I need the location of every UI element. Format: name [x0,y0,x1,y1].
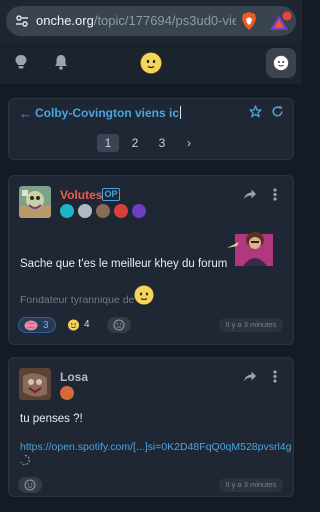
url-domain: onche.org [36,13,94,28]
page-button-3[interactable]: 3 [151,134,173,152]
page-button-2[interactable]: 2 [124,134,146,152]
add-reaction-icon [24,479,36,491]
losa-avatar-image [19,368,51,400]
browser-toolbar: onche.org/topic/177694/ps3ud0-vien [0,0,302,42]
smiley-emoji-icon [68,319,79,331]
page-button-1[interactable]: 1 [97,134,119,152]
topic-title[interactable]: Colby-Covington viens ic [35,106,182,120]
loading-spinner-icon [20,454,30,466]
spotify-link[interactable]: https://open.spotify.com/[...]si=0K2D48F… [20,441,292,453]
avatar-badge-icon [114,204,128,218]
op-badge: OP [102,188,120,201]
author-name[interactable]: Losa [60,370,88,384]
sticker-image [227,232,273,266]
onche-logo-smiley-icon[interactable] [139,51,163,75]
url-path: /topic/177694/ps3ud0-vien [93,13,236,28]
code-badge-icon [132,204,146,218]
volutes-avatar-image [19,186,51,218]
refresh-icon[interactable] [271,105,284,118]
app-header [0,42,302,84]
user-menu-button[interactable] [266,48,296,78]
back-arrow-icon[interactable]: ← [19,106,32,121]
url-text[interactable]: onche.org/topic/177694/ps3ud0-vien [36,13,236,28]
user-badge-icon [60,386,74,400]
next-page-button[interactable]: › [187,134,191,152]
notifications-icon[interactable] [54,54,68,70]
post-content: tu penses ?! [20,413,83,425]
post-content: Sache que t'es le meilleur khey du forum [20,258,228,270]
add-reaction-button[interactable] [107,317,131,333]
post-card: Volutes OP Sache que t'es le meilleur kh… [8,175,294,345]
post-timestamp: Il y a 3 minutes [219,318,283,332]
post-signature: Fondateur tyrannique de [20,294,135,306]
add-reaction-button[interactable] [18,477,42,493]
author-avatar[interactable] [19,186,51,218]
site-settings-icon[interactable] [14,13,30,29]
lightbulb-icon[interactable] [14,54,28,70]
brave-rewards-icon[interactable] [268,11,292,33]
post-timestamp: Il y a 3 minutes [219,478,283,492]
signature-smiley-icon [133,284,155,306]
topic-title-text: Colby-Covington viens ic [35,106,180,120]
reaction-count: 4 [84,319,90,330]
user-smiley-icon [273,55,289,71]
reaction-chip[interactable]: 4 [63,317,97,333]
star-icon[interactable] [249,105,262,118]
avatar-badge-icon [78,204,92,218]
shield-badge-icon [60,204,74,218]
brain-emoji-icon [24,320,38,331]
add-reaction-icon [113,319,125,331]
avatar-badge-icon [96,204,110,218]
share-icon[interactable] [243,370,257,383]
reaction-chip[interactable]: 3 [18,317,56,333]
topic-header: ← Colby-Covington viens ic 1 2 3 › [8,98,294,160]
reaction-count: 3 [43,320,49,331]
more-options-icon[interactable] [273,370,277,383]
share-icon[interactable] [243,188,257,201]
author-name[interactable]: Volutes [60,188,102,202]
address-bar[interactable]: onche.org/topic/177694/ps3ud0-vien [6,6,296,36]
author-avatar[interactable] [19,368,51,400]
post-card: Losa tu penses ?! https://open.spotify.c… [8,357,294,497]
more-options-icon[interactable] [273,188,277,201]
text-cursor [180,106,182,119]
brave-shields-icon[interactable] [240,11,258,31]
